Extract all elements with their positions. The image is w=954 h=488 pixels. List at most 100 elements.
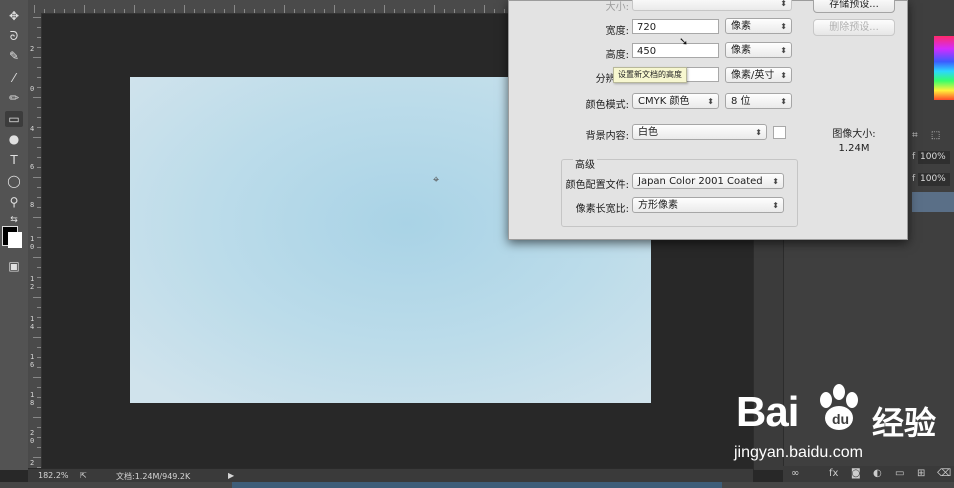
width-label: 宽度: bbox=[605, 26, 629, 37]
ruler-tick bbox=[264, 9, 265, 13]
resolution-unit-select[interactable]: 像素/英寸 ⬍ bbox=[725, 67, 792, 83]
width-input[interactable]: 720 bbox=[632, 19, 719, 34]
ruler-tick bbox=[244, 9, 245, 13]
background-color-swatch[interactable] bbox=[8, 232, 22, 248]
ruler-tick bbox=[37, 117, 41, 118]
move-icon[interactable]: ✥ bbox=[5, 8, 23, 24]
doc-size: 文档:1.24M/949.2K bbox=[116, 472, 191, 481]
ruler-tick bbox=[37, 367, 41, 368]
ruler-tick bbox=[144, 9, 145, 13]
background-label: 背景内容: bbox=[585, 131, 629, 142]
fill-field[interactable]: 100% bbox=[918, 173, 950, 186]
panel-label-f: f bbox=[912, 152, 916, 162]
ruler-tick bbox=[454, 9, 455, 13]
ruler-tick bbox=[37, 197, 41, 198]
ruler-tick bbox=[374, 9, 375, 13]
ruler-tick bbox=[404, 9, 405, 13]
ruler-tick bbox=[504, 9, 505, 13]
ruler-tick bbox=[214, 9, 215, 13]
ruler-tick bbox=[224, 9, 225, 13]
opacity-field[interactable]: 100% bbox=[918, 151, 950, 164]
ruler-tick bbox=[37, 347, 41, 348]
color-mode-select[interactable]: CMYK 颜色 ⬍ bbox=[632, 93, 719, 109]
share-icon[interactable]: ⇱ bbox=[80, 471, 87, 480]
ruler-tick bbox=[37, 287, 41, 288]
ruler-tick bbox=[37, 207, 41, 208]
ruler-tick bbox=[37, 47, 41, 48]
ruler-tick bbox=[294, 9, 295, 13]
image-size-value: 1.24M bbox=[838, 143, 870, 154]
height-unit-select[interactable]: 像素 ⬍ bbox=[725, 42, 792, 58]
crosshair-cursor-icon: ⌖ bbox=[433, 173, 440, 186]
ruler-tick bbox=[484, 5, 485, 13]
ruler-tick bbox=[184, 5, 185, 13]
status-bar: 182.2% ⇱ 文档:1.24M/949.2K ▶ bbox=[28, 468, 753, 483]
ruler-tick bbox=[134, 5, 135, 13]
transform-icon[interactable]: ⬚ bbox=[931, 130, 940, 141]
background-value: 白色 bbox=[638, 127, 658, 138]
ruler-tick bbox=[37, 277, 41, 278]
ruler-tick bbox=[33, 17, 41, 18]
ruler-tick bbox=[124, 9, 125, 13]
ruler-tick bbox=[44, 9, 45, 13]
height-input[interactable]: 450 bbox=[632, 43, 719, 58]
image-size-label: 图像大小: bbox=[832, 129, 876, 140]
svg-text:du: du bbox=[832, 411, 849, 427]
gradient-icon[interactable]: ▭ bbox=[5, 111, 23, 127]
ruler-tick bbox=[37, 387, 41, 388]
status-menu-arrow-icon[interactable]: ▶ bbox=[228, 471, 234, 480]
width-unit-value: 像素 bbox=[731, 21, 751, 32]
ellipse-icon[interactable]: ◯ bbox=[5, 173, 23, 189]
color-profile-select[interactable]: Japan Color 2001 Coated ⬍ bbox=[632, 173, 784, 189]
ruler-tick bbox=[234, 5, 235, 13]
ruler-tick bbox=[364, 9, 365, 13]
color-mode-label: 颜色模式: bbox=[585, 100, 629, 111]
taskbar-strip bbox=[0, 482, 954, 488]
ruler-tick bbox=[37, 107, 41, 108]
ruler-tick bbox=[37, 247, 41, 248]
lasso-icon[interactable]: ᘐ bbox=[5, 28, 23, 44]
ruler-tick bbox=[154, 9, 155, 13]
background-select[interactable]: 白色 ⬍ bbox=[632, 124, 767, 140]
pixel-aspect-select[interactable]: 方形像素 ⬍ bbox=[632, 197, 784, 213]
bit-depth-select[interactable]: 8 位 ⬍ bbox=[725, 93, 792, 109]
quick-select-icon[interactable]: ✎ bbox=[5, 48, 23, 64]
ruler-tick bbox=[37, 127, 41, 128]
ruler-tick bbox=[314, 9, 315, 13]
ruler-tick bbox=[84, 5, 85, 13]
ruler-tick bbox=[37, 167, 41, 168]
zoom-icon[interactable]: ⚲ bbox=[5, 194, 23, 210]
ruler-tick bbox=[114, 9, 115, 13]
ruler-tick bbox=[33, 257, 41, 258]
resolution-unit-value: 像素/英寸 bbox=[731, 70, 775, 81]
ruler-tick bbox=[324, 9, 325, 13]
brush-icon[interactable]: ✏ bbox=[5, 90, 23, 106]
ruler-tick bbox=[424, 9, 425, 13]
background-color-box[interactable] bbox=[773, 126, 786, 139]
ruler-tick bbox=[204, 9, 205, 13]
crop-icon[interactable]: ⌗ bbox=[912, 130, 918, 141]
ruler-tick bbox=[194, 9, 195, 13]
ruler-tick bbox=[394, 9, 395, 13]
ruler-tick bbox=[284, 5, 285, 13]
dodge-icon[interactable]: ● bbox=[5, 131, 23, 147]
color-spectrum[interactable] bbox=[934, 36, 954, 100]
zoom-level[interactable]: 182.2% bbox=[38, 471, 69, 480]
ruler-tick bbox=[33, 337, 41, 338]
width-unit-select[interactable]: 像素 ⬍ bbox=[725, 18, 792, 34]
size-label: 大小: bbox=[605, 2, 629, 13]
ruler-tick bbox=[74, 9, 75, 13]
eyedropper-icon[interactable]: ⁄ bbox=[5, 70, 23, 86]
ruler-tick bbox=[94, 9, 95, 13]
ruler-tick bbox=[37, 307, 41, 308]
ruler-tick bbox=[33, 137, 41, 138]
color-mode-value: CMYK 颜色 bbox=[638, 96, 690, 107]
type-icon[interactable]: T bbox=[5, 152, 23, 168]
ruler-tick bbox=[164, 9, 165, 13]
screen-mode-icon[interactable]: ▣ bbox=[5, 258, 23, 274]
ruler-tick bbox=[414, 9, 415, 13]
ruler-tick bbox=[37, 77, 41, 78]
baidu-watermark: Bai du 经验 jingyan.baidu.com bbox=[722, 380, 954, 470]
save-preset-button[interactable]: 存储预设... bbox=[813, 0, 895, 13]
selected-layer-row[interactable] bbox=[912, 192, 954, 212]
